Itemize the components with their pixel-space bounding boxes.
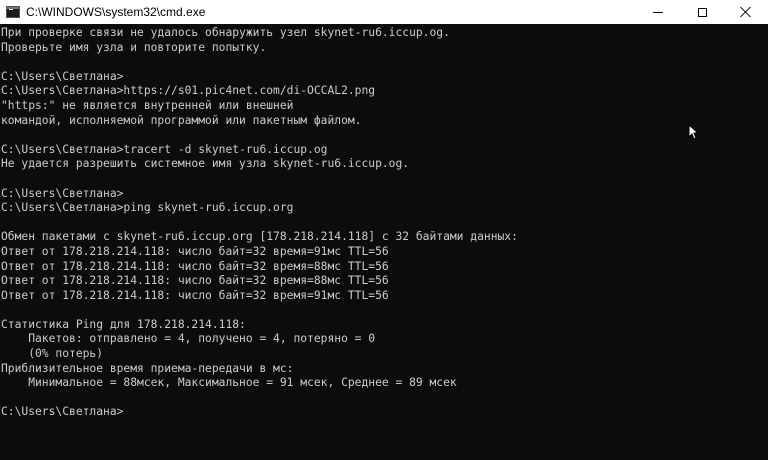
- console-output[interactable]: При проверке связи не удалось обнаружить…: [0, 26, 768, 460]
- console-line: C:\Users\Светлана>tracert -d skynet-ru6.…: [1, 142, 328, 156]
- console-line: Пакетов: отправлено = 4, получено = 4, п…: [1, 332, 376, 346]
- console-line: Проверьте имя узла и повторите попытку.: [1, 40, 267, 54]
- console-line: Статистика Ping для 178.218.214.118:: [1, 317, 246, 331]
- console-prompt[interactable]: C:\Users\Светлана>: [1, 405, 768, 420]
- console-line: C:\Users\Светлана>: [1, 69, 124, 83]
- console-line: Обмен пакетами с skynet-ru6.iccup.org [1…: [1, 230, 518, 244]
- minimize-button[interactable]: [636, 0, 680, 24]
- minimize-icon: [653, 11, 663, 13]
- title-bar[interactable]: C:\WINDOWS\system32\cmd.exe: [0, 0, 768, 24]
- close-icon: [740, 6, 752, 18]
- console-line: Не удается разрешить системное имя узла …: [1, 157, 410, 171]
- mouse-pointer-icon: [688, 124, 698, 140]
- console-line: Ответ от 178.218.214.118: число байт=32 …: [1, 259, 389, 273]
- console-line: Приблизительное время приема-передачи в …: [1, 361, 294, 375]
- console-line: Минимальное = 88мсек, Максимальное = 91 …: [1, 376, 457, 390]
- console-line: Ответ от 178.218.214.118: число байт=32 …: [1, 288, 389, 302]
- console-line: C:\Users\Светлана>: [1, 186, 124, 200]
- console-line: При проверке связи не удалось обнаружить…: [1, 26, 450, 39]
- maximize-button[interactable]: [680, 0, 724, 24]
- console-line: командой, исполняемой программой или пак…: [1, 113, 362, 127]
- console-line: C:\Users\Светлана>https://s01.pic4net.co…: [1, 84, 376, 98]
- console-line: (0% потерь): [1, 347, 104, 361]
- maximize-icon: [697, 7, 707, 17]
- cmd-window: C:\WINDOWS\system32\cmd.exe При проверке…: [0, 0, 768, 460]
- console-line: Ответ от 178.218.214.118: число байт=32 …: [1, 244, 389, 258]
- console-app-icon[interactable]: [6, 6, 20, 18]
- close-button[interactable]: [724, 0, 768, 24]
- window-title: C:\WINDOWS\system32\cmd.exe: [26, 5, 206, 19]
- console-line: "https:" не является внутренней или внеш…: [1, 98, 294, 112]
- console-line: C:\Users\Светлана>ping skynet-ru6.iccup.…: [1, 201, 294, 215]
- console-line: Ответ от 178.218.214.118: число байт=32 …: [1, 274, 389, 288]
